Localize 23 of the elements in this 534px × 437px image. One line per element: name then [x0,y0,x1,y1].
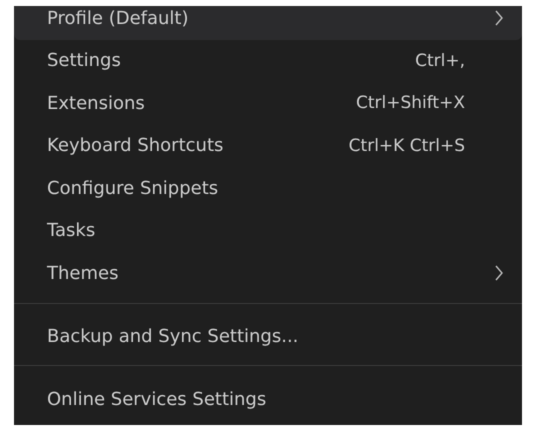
menu-item[interactable]: Themes [14,252,522,294]
menu-item[interactable]: Online Services Settings [14,378,522,420]
menu-item-label: Backup and Sync Settings... [47,326,300,348]
menu-item-label: Tasks [47,220,96,242]
menu-item[interactable]: Keyboard Shortcuts Ctrl+K Ctrl+S [14,124,522,167]
menu-item-label: Settings [47,50,122,72]
shortcut-text: Ctrl+Shift+X [356,93,465,114]
menu-item[interactable]: Profile (Default) [14,6,522,40]
menu-item-label: Extensions [47,92,146,114]
menu-item-label: Configure Snippets [47,178,220,199]
shortcut-text: Ctrl+K Ctrl+S [348,136,465,156]
shortcut-text: Ctrl+, [415,50,465,71]
menu-item[interactable]: Tasks [14,210,522,252]
chevron-right-icon [494,264,504,282]
menu-item[interactable]: Backup and Sync Settings... [14,316,522,358]
menu-item-label: Keyboard Shortcuts [47,135,224,156]
menu-item-label: Themes [47,262,120,284]
chevron-right-icon [494,9,504,28]
menu-item[interactable]: Extensions Ctrl+Shift+X [14,82,522,124]
menu-item[interactable]: Configure Snippets [14,167,522,210]
menu-item-label: Profile (Default) [47,8,190,29]
menu-item[interactable]: Settings Ctrl+, [14,40,522,82]
menu-item-label: Online Services Settings [47,388,268,410]
